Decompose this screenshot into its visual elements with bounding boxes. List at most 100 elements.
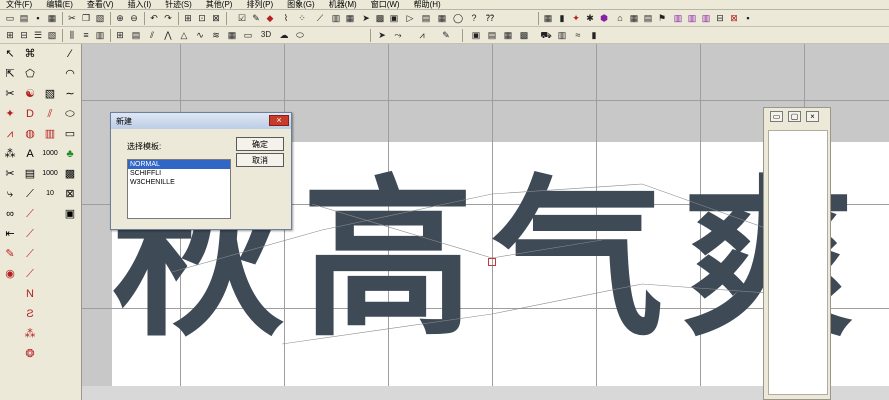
menu-window[interactable]: 窗口(W) (371, 0, 400, 10)
new-file-icon[interactable]: ▭ (4, 12, 16, 24)
save-icon[interactable]: ▪ (32, 12, 44, 24)
path-edit-icon[interactable]: ⤳ (392, 29, 404, 41)
pattern-a-icon[interactable]: ▥ (672, 12, 684, 24)
needle-icon[interactable]: ✦ (570, 12, 582, 24)
paste-icon[interactable]: ▧ (94, 12, 106, 24)
menu-insert[interactable]: 插入(I) (128, 0, 152, 10)
mountain-icon[interactable]: ⋀ (162, 29, 174, 41)
run-tool-icon[interactable]: ⟋ (22, 206, 38, 222)
node-a-icon[interactable]: ⊞ (4, 29, 16, 41)
wheel-tool-icon[interactable]: ❂ (22, 346, 38, 362)
stitch-icon[interactable]: ✱ (584, 12, 596, 24)
menu-stitch[interactable]: 针迹(S) (165, 0, 192, 10)
stripes-icon[interactable]: ≋ (210, 29, 222, 41)
panel-close-button[interactable]: × (806, 111, 819, 122)
oval-icon[interactable]: ⬭ (294, 29, 306, 41)
panel-maximize-button[interactable]: ▢ (788, 111, 801, 122)
bend-tool-icon[interactable]: ⤷ (2, 186, 18, 202)
text-tool-icon[interactable]: A (22, 146, 38, 162)
fill-pattern-icon[interactable]: ▥ (330, 12, 342, 24)
cut-icon[interactable]: ✂ (66, 12, 78, 24)
zoom-in-icon[interactable]: ⊕ (114, 12, 126, 24)
cloud-icon[interactable]: ☁ (278, 29, 290, 41)
node-b-icon[interactable]: ⊟ (18, 29, 30, 41)
pattern-tool-icon[interactable]: ⁂ (2, 146, 18, 162)
layers-icon[interactable]: ▤ (642, 12, 654, 24)
wave-icon[interactable]: ∿ (194, 29, 206, 41)
length-10[interactable]: 10 (42, 186, 58, 202)
ellipse-tool-icon[interactable]: ⬭ (62, 106, 78, 122)
cancel-button[interactable]: 取消 (236, 153, 284, 167)
bead-tool-icon[interactable]: ⟋ (22, 246, 38, 262)
scissors-tool-icon[interactable]: ✂ (2, 86, 18, 102)
table-icon[interactable]: ▤ (420, 12, 432, 24)
3d-button[interactable]: 3D (258, 29, 274, 41)
block-icon[interactable]: ▦ (226, 29, 238, 41)
circle-icon[interactable]: ◯ (452, 12, 464, 24)
block-view-icon[interactable]: ▩ (518, 29, 530, 41)
arc-tool-icon[interactable]: ◠ (62, 66, 78, 82)
pointer-icon[interactable]: ➤ (360, 12, 372, 24)
d-tool-icon[interactable]: D (22, 106, 38, 122)
menu-file[interactable]: 文件(F) (6, 0, 32, 10)
menu-edit[interactable]: 编辑(E) (46, 0, 73, 10)
zigzag-tool-icon[interactable]: ⩘ (2, 126, 18, 142)
menu-arrange[interactable]: 排列(P) (246, 0, 273, 10)
line-tool-icon[interactable]: ⁄ (62, 46, 78, 62)
template-option-schiffli[interactable]: SCHIFFLI (128, 169, 230, 178)
thread-icon[interactable]: ⌇ (280, 12, 292, 24)
monogram-tool-icon[interactable]: ▤ (22, 166, 38, 182)
polygon-tool-icon[interactable]: ⬠ (22, 66, 38, 82)
print-icon[interactable]: ▦ (46, 12, 58, 24)
node-select-icon[interactable]: ⇱ (2, 66, 18, 82)
sheet-view-icon[interactable]: ▥ (556, 29, 568, 41)
layout-icon[interactable]: ▣ (388, 12, 400, 24)
template-option-w3chenille[interactable]: W3CHENILLE (128, 178, 230, 187)
satin-icon[interactable]: ⫽ (146, 29, 158, 41)
satin-tool-icon[interactable]: ⫽ (42, 106, 58, 122)
context-help-icon[interactable]: ⁇ (484, 12, 496, 24)
grid-toggle-icon[interactable]: ⊞ (114, 29, 126, 41)
s-stitch-tool-icon[interactable]: Ƨ (22, 306, 38, 322)
open-folder-icon[interactable]: ▤ (18, 12, 30, 24)
ok-button[interactable]: 确定 (236, 137, 284, 151)
image-tool-icon[interactable]: ▩ (62, 166, 78, 182)
pen-icon[interactable]: ✎ (250, 12, 262, 24)
split-icon[interactable]: ⫼ (66, 29, 78, 41)
hatch-icon[interactable]: ▧ (46, 29, 58, 41)
chain-tool-icon[interactable]: ⟋ (22, 226, 38, 242)
panel-minimize-button[interactable]: ▭ (770, 111, 783, 122)
cursor-icon[interactable]: ▷ (404, 12, 416, 24)
save-alt-icon[interactable]: ▪ (742, 12, 754, 24)
fill-icon[interactable]: ▤ (130, 29, 142, 41)
tack-tool-icon[interactable]: ⟋ (22, 266, 38, 282)
menu-other[interactable]: 其他(P) (206, 0, 233, 10)
car-icon[interactable]: ⛟ (540, 29, 552, 41)
menu-help[interactable]: 帮助(H) (414, 0, 441, 10)
lines-icon[interactable]: ☰ (32, 29, 44, 41)
length-1000-b[interactable]: 1000 (40, 166, 60, 182)
select-tool-icon[interactable]: ↖ (2, 46, 18, 62)
copy-icon[interactable]: ❐ (80, 12, 92, 24)
reshape-tool-icon[interactable]: ⌘ (22, 46, 38, 62)
align-icon[interactable]: ≡ (80, 29, 92, 41)
hexagon-icon[interactable]: ⬢ (598, 12, 610, 24)
grid-alt-icon[interactable]: ▦ (628, 12, 640, 24)
zoom-select-icon[interactable]: ⊠ (210, 12, 222, 24)
house-icon[interactable]: ⌂ (614, 12, 626, 24)
grid-small-icon[interactable]: ▦ (542, 12, 554, 24)
template-option-normal[interactable]: NORMAL (128, 160, 230, 169)
globe-tool-icon[interactable]: ◍ (22, 126, 38, 142)
zoom-fit-icon[interactable]: ⊞ (182, 12, 194, 24)
spiral-tool-icon[interactable]: ☯ (22, 86, 38, 102)
diagonal-tool-icon[interactable]: ⟋ (22, 186, 38, 202)
outline-icon[interactable]: ▭ (242, 29, 254, 41)
dialog-close-button[interactable]: × (269, 115, 289, 126)
zigzag-icon[interactable]: ⩘ (416, 29, 428, 41)
columns-icon[interactable]: ▥ (94, 29, 106, 41)
menu-view[interactable]: 查看(V) (87, 0, 114, 10)
waves-icon[interactable]: ≈ (572, 29, 584, 41)
select-arrow-icon[interactable]: ➤ (376, 29, 388, 41)
triangle-icon[interactable]: △ (178, 29, 190, 41)
pattern-c-icon[interactable]: ▥ (700, 12, 712, 24)
